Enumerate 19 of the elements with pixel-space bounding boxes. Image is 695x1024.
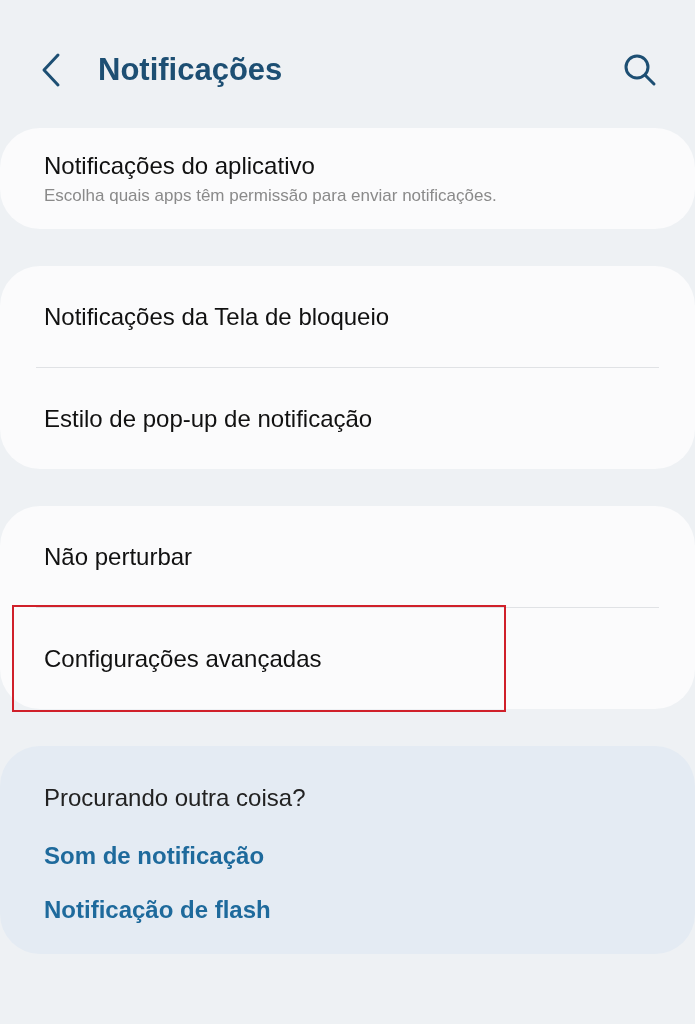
settings-item[interactable]: Notificações da Tela de bloqueio xyxy=(0,266,695,367)
settings-item[interactable]: Estilo de pop-up de notificação xyxy=(0,368,695,469)
item-label: Notificações da Tela de bloqueio xyxy=(44,302,391,331)
item-label: Notificações do aplicativo xyxy=(44,151,316,180)
item-label: Configurações avançadas xyxy=(44,644,323,673)
settings-item[interactable]: Notificações do aplicativo Escolha quais apps têm permissão para enviar notificações. xyxy=(0,128,695,229)
settings-item[interactable]: Configurações avançadas xyxy=(0,608,695,709)
item-description: Escolha quais apps têm permissão para enviar notificações. xyxy=(44,185,498,206)
back-icon xyxy=(40,52,62,88)
item-label: Estilo de pop-up de notificação xyxy=(44,404,374,433)
suggestion-link[interactable]: Som de notificação xyxy=(44,842,265,870)
suggestion-link[interactable]: Notificação de flash xyxy=(44,896,271,924)
settings-item[interactable]: Não perturbar xyxy=(0,506,695,607)
back-button[interactable] xyxy=(40,52,62,88)
search-icon xyxy=(623,53,657,87)
page-title: Notificações xyxy=(98,52,284,88)
search-button[interactable] xyxy=(623,53,657,87)
item-label: Não perturbar xyxy=(44,542,194,571)
suggestions-title: Procurando outra coisa? xyxy=(44,784,307,812)
